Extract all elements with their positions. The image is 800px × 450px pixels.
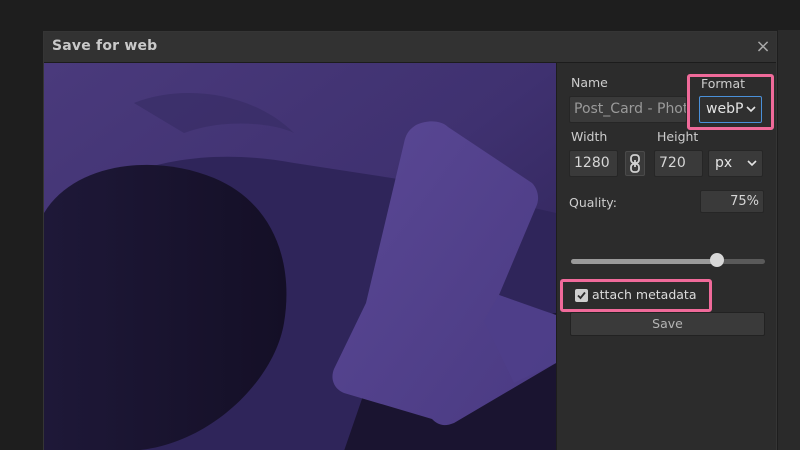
preview-image	[44, 63, 556, 450]
quality-label: Quality:	[569, 195, 617, 210]
format-highlight	[687, 74, 774, 130]
dialog-title: Save for web	[52, 38, 158, 54]
image-preview[interactable]	[44, 63, 556, 450]
quality-slider[interactable]	[571, 259, 765, 264]
save-for-web-dialog: Save for web × Name Post_Card - Photo Fo…	[43, 31, 777, 450]
close-icon[interactable]: ×	[753, 36, 773, 58]
chain-link-icon	[630, 154, 640, 173]
width-input[interactable]: 1280	[569, 150, 618, 177]
app-right-panel	[778, 30, 800, 450]
metadata-label: attach metadata	[592, 287, 697, 302]
quality-slider-thumb[interactable]	[709, 253, 724, 267]
checkmark-icon	[577, 291, 586, 300]
quality-slider-fill	[571, 259, 717, 264]
width-label: Width	[571, 129, 608, 144]
height-input[interactable]: 720	[654, 150, 703, 177]
name-label: Name	[571, 75, 608, 90]
unit-value: px	[715, 155, 733, 171]
metadata-checkbox[interactable]	[575, 289, 588, 302]
chevron-down-icon	[747, 151, 757, 185]
quality-input[interactable]: 75%	[700, 190, 764, 213]
dialog-titlebar[interactable]: Save for web ×	[44, 32, 776, 63]
save-button[interactable]: Save	[570, 312, 765, 336]
height-label: Height	[657, 129, 699, 144]
name-input[interactable]: Post_Card - Photo	[569, 96, 687, 123]
unit-select[interactable]: px	[708, 150, 763, 177]
settings-panel: Name Post_Card - Photo Format webP Width…	[556, 63, 776, 450]
link-dimensions-button[interactable]	[625, 151, 645, 176]
